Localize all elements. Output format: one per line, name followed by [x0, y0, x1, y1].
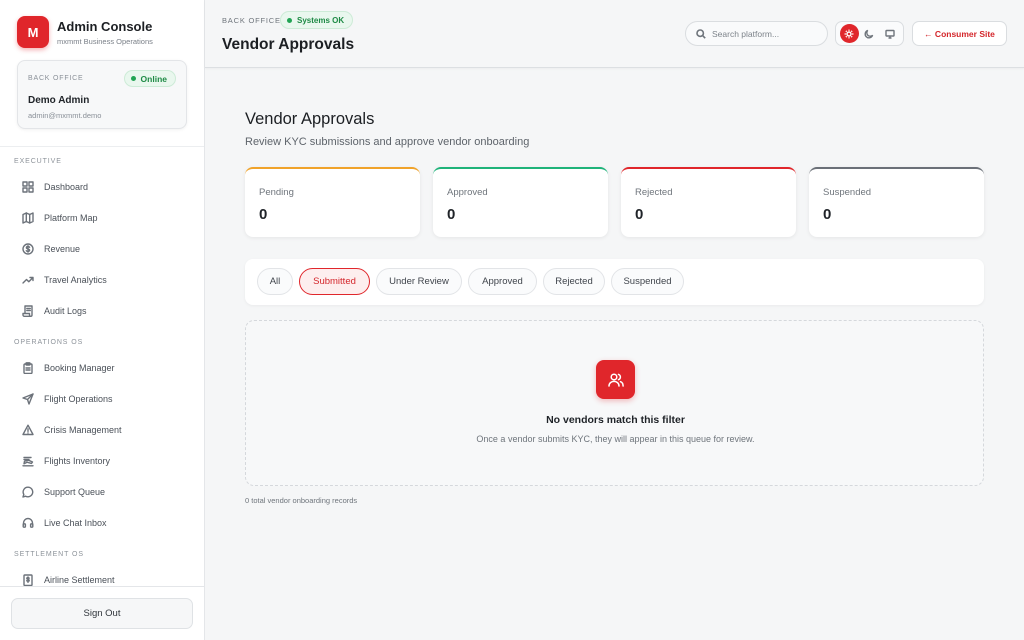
user-email: admin@mxmmt.demo	[28, 111, 102, 120]
empty-state-description: Once a vendor submits KYC, they will app…	[476, 434, 755, 444]
user-card-label: BACK OFFICE	[28, 75, 84, 82]
sidebar-item-label: Travel Analytics	[44, 274, 107, 285]
moon-icon	[864, 29, 874, 38]
sidebar-item-travel-analytics[interactable]: Travel Analytics	[0, 264, 204, 295]
scroll-icon	[22, 304, 33, 317]
sidebar-item-flight-operations[interactable]: Flight Operations	[0, 383, 204, 414]
sidebar-item-revenue[interactable]: Revenue	[0, 233, 204, 264]
sidebar-footer: Sign Out	[0, 586, 204, 640]
dark-theme-button[interactable]	[860, 24, 879, 43]
status-filter-bar: All Submitted Under Review Approved Reje…	[245, 259, 984, 305]
stat-card-suspended: Suspended 0	[809, 167, 984, 237]
headset-icon	[22, 517, 34, 528]
alert-triangle-icon	[22, 424, 34, 435]
sidebar-item-label: Crisis Management	[44, 424, 122, 435]
consumer-site-button[interactable]: ← Consumer Site	[912, 21, 1007, 46]
systems-status-badge: Systems OK	[280, 11, 354, 29]
stat-label: Rejected	[635, 187, 673, 198]
brand[interactable]: M Admin Console mxmmt Business Operation…	[17, 16, 153, 48]
filter-submitted[interactable]: Submitted	[299, 268, 370, 295]
empty-state-title: No vendors match this filter	[546, 414, 685, 426]
sidebar-item-label: Support Queue	[44, 486, 106, 497]
page-title: Vendor Approvals	[245, 110, 375, 128]
empty-state: No vendors match this filter Once a vend…	[245, 320, 984, 486]
brand-logo: M	[17, 16, 49, 48]
sidebar-item-label: Audit Logs	[44, 305, 87, 316]
sidebar-item-label: Booking Manager	[44, 362, 115, 373]
status-dot-icon	[130, 76, 136, 81]
sidebar-item-audit-logs[interactable]: Audit Logs	[0, 295, 204, 326]
sidebar: M Admin Console mxmmt Business Operation…	[0, 0, 205, 640]
map-icon	[22, 211, 34, 224]
theme-switcher	[835, 21, 904, 46]
sidebar-item-label: Revenue	[44, 243, 81, 254]
user-card: BACK OFFICE Online Demo Admin admin@mxmm…	[17, 60, 187, 129]
header-section-label: BACK OFFICE	[222, 16, 281, 25]
filter-suspended[interactable]: Suspended	[611, 268, 684, 295]
dollar-icon	[22, 242, 34, 255]
filter-under-review[interactable]: Under Review	[376, 268, 462, 295]
user-name: Demo Admin	[28, 95, 90, 106]
stat-value: 0	[635, 206, 644, 223]
nav-section-settlement: SETTLEMENT OS	[14, 551, 84, 558]
stat-card-rejected: Rejected 0	[621, 167, 796, 237]
sidebar-item-label: Flight Operations	[44, 393, 113, 404]
sidebar-item-platform-map[interactable]: Platform Map	[0, 202, 204, 233]
top-header: BACK OFFICE Systems OK Vendor Approvals …	[205, 0, 1024, 68]
clipboard-icon	[23, 361, 33, 374]
search-icon	[696, 28, 706, 39]
online-text: Online	[140, 73, 167, 84]
page-subtitle: Review KYC submissions and approve vendo…	[245, 136, 530, 148]
system-theme-button[interactable]	[880, 24, 899, 43]
systems-status-text: Systems OK	[297, 15, 345, 25]
search-input[interactable]	[712, 28, 822, 39]
nav-section-operations: OPERATIONS OS	[14, 339, 84, 346]
grid-icon	[22, 180, 34, 193]
light-theme-button[interactable]	[839, 24, 859, 43]
brand-title: Admin Console	[57, 18, 153, 34]
sun-icon	[844, 29, 854, 38]
filter-all[interactable]: All	[257, 268, 293, 295]
users-icon	[596, 360, 635, 399]
stat-label: Suspended	[823, 187, 872, 198]
sidebar-item-booking-manager[interactable]: Booking Manager	[0, 352, 204, 383]
monitor-icon	[885, 29, 895, 39]
inventory-icon	[22, 456, 34, 466]
brand-subtitle: mxmmt Business Operations	[57, 36, 153, 46]
stat-value: 0	[823, 206, 832, 223]
sidebar-item-support-queue[interactable]: Support Queue	[0, 476, 204, 507]
stat-label: Approved	[447, 187, 488, 198]
stat-label: Pending	[259, 187, 294, 198]
sidebar-item-dashboard[interactable]: Dashboard	[0, 171, 204, 202]
stat-value: 0	[447, 206, 456, 223]
stat-value: 0	[259, 206, 268, 223]
trend-icon	[22, 276, 34, 284]
stat-card-pending: Pending 0	[245, 167, 420, 237]
sign-out-button[interactable]: Sign Out	[11, 598, 193, 629]
filter-rejected[interactable]: Rejected	[543, 268, 605, 295]
sidebar-item-live-chat-inbox[interactable]: Live Chat Inbox	[0, 507, 204, 538]
sidebar-item-label: Airline Settlement	[44, 574, 115, 585]
receipt-icon	[23, 573, 33, 586]
sidebar-item-label: Dashboard	[44, 181, 89, 192]
stat-card-approved: Approved 0	[433, 167, 608, 237]
nav-section-executive: EXECUTIVE	[14, 158, 62, 165]
plane-icon	[22, 392, 34, 405]
sidebar-item-flights-inventory[interactable]: Flights Inventory	[0, 445, 204, 476]
message-icon	[22, 485, 34, 498]
records-count: 0 total vendor onboarding records	[245, 496, 358, 505]
sidebar-item-label: Live Chat Inbox	[44, 517, 107, 528]
status-dot-icon	[287, 17, 292, 23]
online-badge: Online	[123, 70, 176, 87]
filter-approved[interactable]: Approved	[468, 268, 537, 295]
header-title: Vendor Approvals	[222, 36, 355, 53]
sidebar-item-crisis-management[interactable]: Crisis Management	[0, 414, 204, 445]
sidebar-item-label: Platform Map	[44, 212, 98, 223]
sidebar-nav: EXECUTIVE Dashboard Platform Map Revenue…	[0, 146, 204, 595]
search-box[interactable]	[685, 21, 828, 46]
sidebar-item-label: Flights Inventory	[44, 455, 111, 466]
